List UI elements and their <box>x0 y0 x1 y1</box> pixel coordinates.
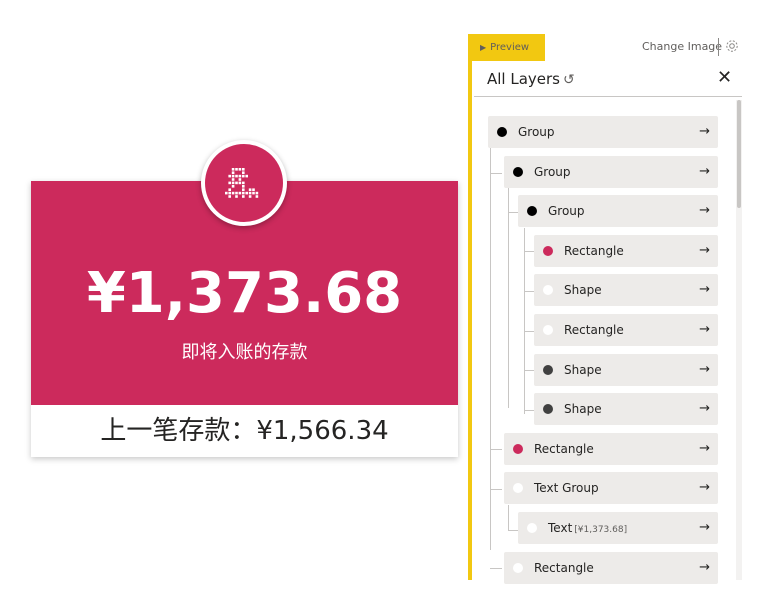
layer-color-dot <box>513 167 523 177</box>
layer-label: Group <box>534 156 571 188</box>
layers-tree: Group → Group → Group → Rectangle → Shape → Rectan… <box>474 100 734 584</box>
arrow-right-icon[interactable]: → <box>699 472 710 504</box>
layer-label: Rectangle <box>564 235 624 267</box>
layer-label-text: Rectangle <box>534 561 594 575</box>
layer-label: Text [¥1,373.68] <box>548 512 627 546</box>
layer-item[interactable]: Text Group → <box>504 472 718 504</box>
tree-line <box>524 291 534 292</box>
layer-color-dot <box>527 206 537 216</box>
layer-label-text: Group <box>534 165 571 179</box>
scrollbar-thumb[interactable] <box>737 100 741 208</box>
panel-title: All Layers ↺ <box>487 68 575 91</box>
layer-color-dot <box>497 127 507 137</box>
layer-label-text: Rectangle <box>564 323 624 337</box>
tree-line <box>524 370 534 371</box>
layer-label: Rectangle <box>534 552 594 584</box>
change-image-link[interactable]: Change Image <box>642 39 722 55</box>
layer-color-dot <box>527 523 537 533</box>
layer-label: Shape <box>564 274 602 306</box>
tree-line <box>508 188 509 408</box>
layer-label: Text Group <box>534 472 599 504</box>
arrow-right-icon[interactable]: → <box>699 314 710 346</box>
layer-label-text: Rectangle <box>564 244 624 258</box>
layer-item[interactable]: Rectangle → <box>504 552 718 584</box>
layer-label-text: Rectangle <box>534 442 594 456</box>
layer-item[interactable]: Shape → <box>534 354 718 386</box>
layer-sublabel: [¥1,373.68] <box>574 525 628 535</box>
layer-item[interactable]: Text [¥1,373.68] → <box>518 512 718 544</box>
close-icon[interactable]: ✕ <box>717 66 732 90</box>
layer-color-dot <box>543 285 553 295</box>
arrow-right-icon[interactable]: → <box>699 156 710 188</box>
tree-line <box>490 568 502 569</box>
tree-line <box>524 331 534 332</box>
layer-label-text: Group <box>548 204 585 218</box>
preview-tab[interactable]: ▶ Preview <box>468 34 545 61</box>
play-icon: ▶ <box>480 43 487 52</box>
layer-label-text: Text Group <box>534 481 599 495</box>
layer-label-text: Shape <box>564 402 602 416</box>
tree-line <box>524 228 525 414</box>
tree-line <box>524 410 534 411</box>
tree-line <box>490 489 502 490</box>
layer-color-dot <box>513 444 523 454</box>
card-badge <box>201 140 287 226</box>
layer-item[interactable]: Rectangle → <box>504 433 718 465</box>
arrow-right-icon[interactable]: → <box>699 512 710 544</box>
layer-color-dot <box>543 246 553 256</box>
arrow-right-icon[interactable]: → <box>699 195 710 227</box>
layer-item[interactable]: Group → <box>488 116 718 148</box>
arrow-right-icon[interactable]: → <box>699 433 710 465</box>
arrow-right-icon[interactable]: → <box>699 393 710 425</box>
panel-divider <box>474 96 742 97</box>
layer-item[interactable]: Shape → <box>534 274 718 306</box>
arrow-right-icon[interactable]: → <box>699 552 710 584</box>
layer-item[interactable]: Group → <box>518 195 718 227</box>
pixel-glyph-icon <box>225 168 259 198</box>
layer-color-dot <box>543 404 553 414</box>
previous-deposit-text: 上一笔存款：¥1,566.34 <box>100 416 389 446</box>
layer-color-dot <box>513 483 523 493</box>
toolbar-separator <box>718 38 719 56</box>
layer-label-text: Shape <box>564 283 602 297</box>
tree-line <box>524 251 534 252</box>
layer-label-text: Text <box>548 521 573 535</box>
layer-label: Group <box>518 116 555 148</box>
upcoming-deposit-amount: ¥1,373.68 <box>86 261 403 326</box>
arrow-right-icon[interactable]: → <box>699 274 710 306</box>
layer-label: Shape <box>564 393 602 425</box>
layer-color-dot <box>543 365 553 375</box>
layer-item[interactable]: Rectangle → <box>534 235 718 267</box>
layer-item[interactable]: Rectangle → <box>534 314 718 346</box>
tree-line <box>508 505 509 531</box>
arrow-right-icon[interactable]: → <box>699 354 710 386</box>
layer-label: Rectangle <box>564 314 624 346</box>
arrow-right-icon[interactable]: → <box>699 235 710 267</box>
gear-icon[interactable] <box>724 38 740 54</box>
layer-color-dot <box>543 325 553 335</box>
upcoming-deposit-caption: 即将入账的存款 <box>181 342 308 363</box>
layer-item[interactable]: Shape → <box>534 393 718 425</box>
layer-color-dot <box>513 563 523 573</box>
arrow-right-icon[interactable]: → <box>699 116 710 148</box>
panel-title-text: All Layers <box>487 70 561 88</box>
layer-label: Group <box>548 195 585 227</box>
preview-accent-bar <box>468 34 472 580</box>
tree-line <box>490 173 502 174</box>
layer-item[interactable]: Group → <box>504 156 718 188</box>
layer-label-text: Group <box>518 125 555 139</box>
layer-label-text: Shape <box>564 363 602 377</box>
tree-line <box>490 449 502 450</box>
layer-label: Rectangle <box>534 433 594 465</box>
layer-label: Shape <box>564 354 602 386</box>
refresh-icon[interactable]: ↺ <box>563 72 575 88</box>
preview-label: Preview <box>490 42 530 53</box>
